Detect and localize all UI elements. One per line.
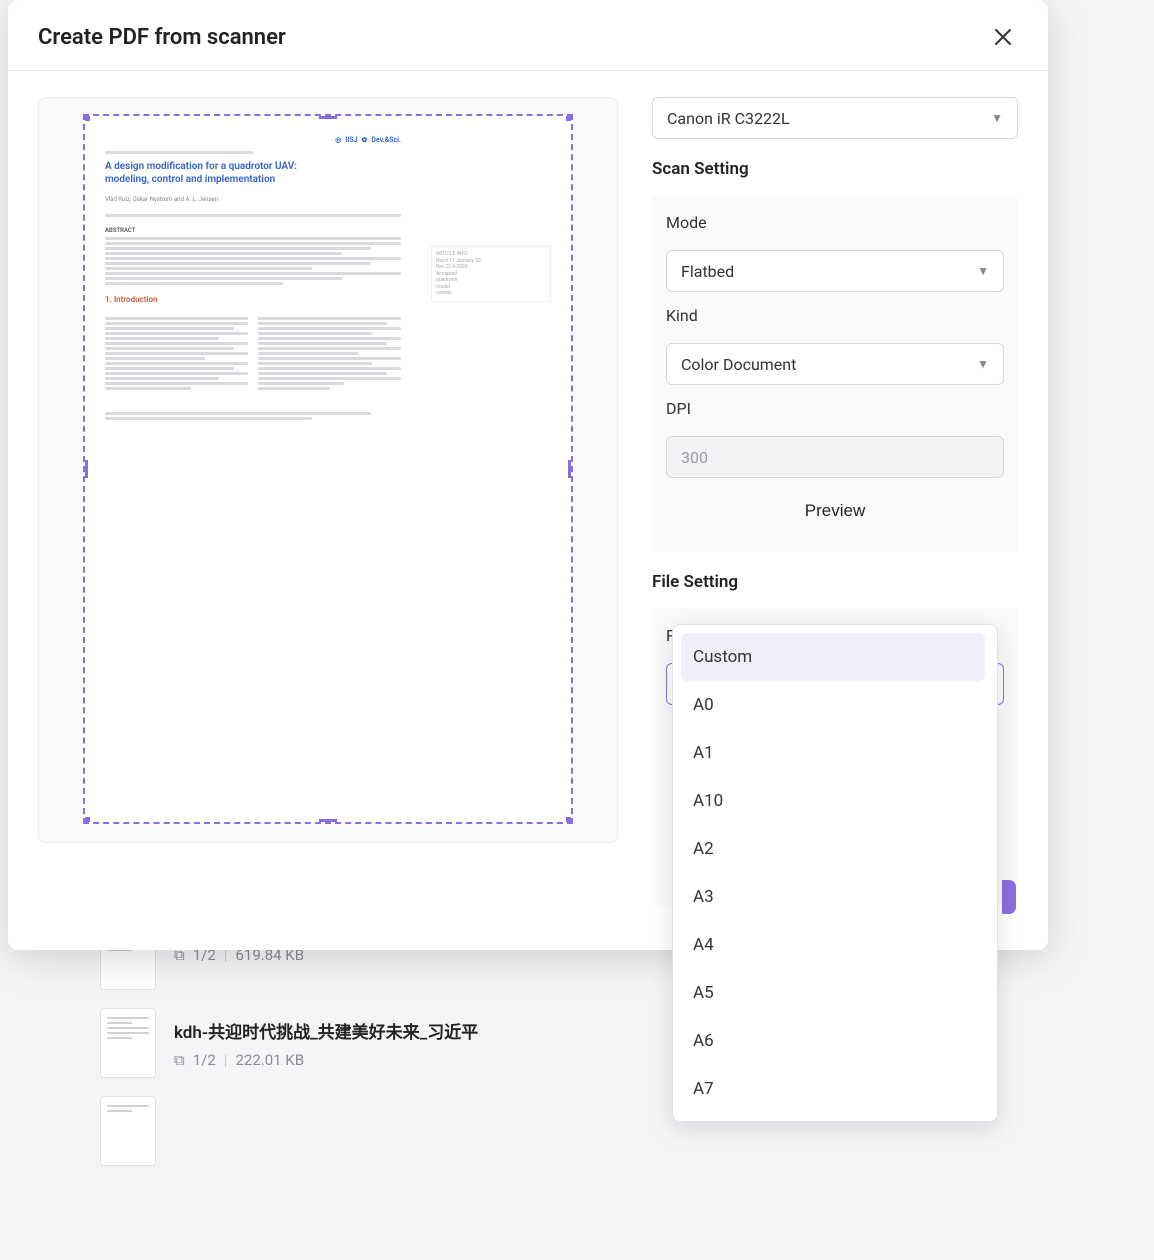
crop-handle[interactable] (83, 817, 90, 824)
preview-button[interactable]: Preview (666, 488, 1004, 534)
close-icon (994, 28, 1012, 46)
crop-handle[interactable] (319, 819, 337, 824)
scan-setting-group: Mode Flatbed ▼ Kind Color Document ▼ DPI… (652, 195, 1018, 552)
paper-size-option[interactable]: A5 (681, 969, 985, 1017)
paper-size-option[interactable]: A0 (681, 681, 985, 729)
crop-handle[interactable] (566, 114, 573, 121)
crop-handle[interactable] (568, 460, 573, 478)
paper-size-options[interactable]: CustomA0A1A10A2A3A4A5A6A7 (681, 633, 991, 1113)
pages-icon: ⧉ (174, 1051, 185, 1069)
mode-value: Flatbed (681, 262, 734, 281)
file-setting-heading: File Setting (652, 572, 1018, 592)
paper-size-option[interactable]: A4 (681, 921, 985, 969)
paper-size-option[interactable]: A10 (681, 777, 985, 825)
dpi-value: 300 (681, 448, 708, 467)
document-preview: ◎IISJ✿Dev.&Sci. A design modification fo… (105, 136, 401, 422)
chevron-down-icon: ▼ (991, 111, 1003, 125)
dpi-label: DPI (666, 399, 1004, 418)
kind-label: Kind (666, 306, 1004, 325)
close-button[interactable] (988, 22, 1018, 52)
paper-size-option[interactable]: A1 (681, 729, 985, 777)
file-pages: 1/2 (193, 1051, 216, 1069)
paper-size-option[interactable]: A3 (681, 873, 985, 921)
chevron-down-icon: ▼ (977, 264, 989, 278)
scanner-select-value: Canon iR C3222L (667, 109, 790, 128)
dialog-title: Create PDF from scanner (38, 25, 286, 50)
paper-size-dropdown: CustomA0A1A10A2A3A4A5A6A7 (672, 624, 998, 1122)
crop-area[interactable]: ◎IISJ✿Dev.&Sci. A design modification fo… (83, 114, 573, 824)
dpi-input[interactable]: 300 (666, 436, 1004, 478)
scanner-select[interactable]: Canon iR C3222L ▼ (652, 97, 1018, 139)
crop-handle[interactable] (319, 114, 337, 119)
paper-size-option[interactable]: A6 (681, 1017, 985, 1065)
kind-value: Color Document (681, 355, 796, 374)
scan-setting-heading: Scan Setting (652, 159, 1018, 179)
scan-preview-pane: ◎IISJ✿Dev.&Sci. A design modification fo… (38, 97, 618, 843)
chevron-down-icon: ▼ (977, 357, 989, 371)
paper-size-option[interactable]: A2 (681, 825, 985, 873)
file-thumbnail (100, 1008, 156, 1078)
crop-handle[interactable] (83, 460, 88, 478)
paper-size-option[interactable]: Custom (681, 633, 985, 681)
crop-handle[interactable] (83, 114, 90, 121)
mode-select[interactable]: Flatbed ▼ (666, 250, 1004, 292)
paper-size-option[interactable]: A7 (681, 1065, 985, 1113)
kind-select[interactable]: Color Document ▼ (666, 343, 1004, 385)
dialog-header: Create PDF from scanner (8, 0, 1048, 71)
accent-strip (1002, 880, 1016, 914)
file-size: 222.01 KB (235, 1051, 304, 1069)
crop-handle[interactable] (566, 817, 573, 824)
file-thumbnail (100, 1096, 156, 1166)
mode-label: Mode (666, 213, 1004, 232)
